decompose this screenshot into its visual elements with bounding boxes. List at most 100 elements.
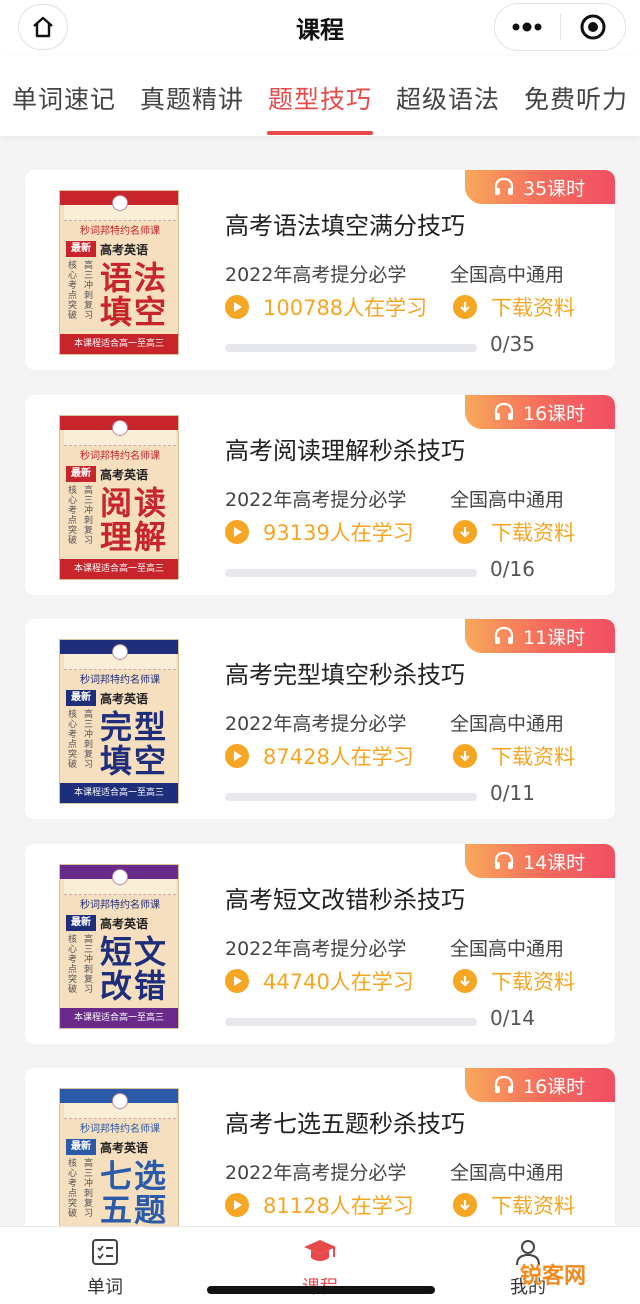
course-title[interactable]: 高考短文改错秒杀技巧: [225, 880, 465, 915]
course-card[interactable]: 16课时 秒词邦特约名师课 最新 高考英语 核心考点突破 高三冲刺复习 阅读理解…: [25, 395, 615, 595]
course-title[interactable]: 高考完型填空秒杀技巧: [225, 655, 465, 690]
course-cover-image[interactable]: 秒词邦特约名师课 最新 高考英语 核心考点突破 高三冲刺复习 完型填空 本课程适…: [59, 639, 179, 804]
download-materials-button[interactable]: 下载资料: [453, 518, 575, 546]
progress-bar: [225, 1018, 477, 1026]
course-card[interactable]: 35课时 秒词邦特约名师课 最新 高考英语 核心考点突破 高三冲刺复习 语法填空…: [25, 170, 615, 370]
cover-side-text-a: 核心考点突破: [68, 710, 78, 770]
download-label: 下载资料: [491, 1194, 575, 1218]
download-materials-button[interactable]: 下载资料: [453, 1191, 575, 1219]
course-card[interactable]: 11课时 秒词邦特约名师课 最新 高考英语 核心考点突破 高三冲刺复习 完型填空…: [25, 619, 615, 819]
more-button[interactable]: [495, 4, 560, 50]
cover-title: 阅读理解: [100, 484, 169, 556]
progress-text: 0/16: [490, 557, 535, 581]
cover-seal: [112, 869, 128, 885]
cover-seal: [112, 1093, 128, 1109]
download-label: 下载资料: [491, 970, 575, 994]
download-materials-button[interactable]: 下载资料: [453, 967, 575, 995]
tab-free-listening[interactable]: 免费听力: [524, 80, 628, 116]
cover-footer: 本课程适合高一至高三: [60, 559, 178, 579]
cover-seal: [112, 644, 128, 660]
top-nav-bar: 课程: [0, 0, 640, 56]
play-icon: [225, 969, 249, 993]
course-title[interactable]: 高考七选五题秒杀技巧: [225, 1104, 465, 1139]
play-icon: [225, 744, 249, 768]
lesson-count-text: 35课时: [523, 177, 586, 200]
tab-super-grammar[interactable]: 超级语法: [396, 80, 500, 116]
cover-seal: [112, 420, 128, 436]
graduation-cap-icon: [304, 1240, 336, 1261]
course-tag-scope: 全国高中通用: [450, 1162, 565, 1184]
lesson-count-badge: 16课时: [465, 1068, 615, 1102]
course-tag-scope: 全国高中通用: [450, 713, 565, 735]
cover-footer: 本课程适合高一至高三: [60, 1008, 178, 1028]
close-mini-program-button[interactable]: [561, 4, 626, 50]
play-icon: [225, 295, 249, 319]
cover-new-tag: 最新: [66, 915, 96, 931]
lesson-count-text: 16课时: [523, 402, 586, 425]
cover-new-tag: 最新: [66, 1139, 96, 1155]
learner-count-text: 81128人在学习: [263, 1194, 414, 1218]
lesson-count-text: 11课时: [523, 626, 586, 649]
cover-subject: 高考英语: [100, 917, 149, 931]
course-tag-year: 2022年高考提分必学: [225, 1162, 407, 1184]
mini-program-capsule: [494, 3, 626, 51]
cover-brand: 秒词邦特约名师课: [80, 900, 160, 911]
cover-title: 短文改错: [100, 933, 169, 1005]
bottom-nav-words[interactable]: 单词: [45, 1235, 165, 1299]
lesson-count-text: 14课时: [523, 851, 586, 874]
download-label: 下载资料: [491, 521, 575, 545]
course-tag-year: 2022年高考提分必学: [225, 264, 407, 286]
progress-bar: [225, 793, 477, 801]
course-tag-year: 2022年高考提分必学: [225, 489, 407, 511]
learner-count-text: 44740人在学习: [263, 970, 414, 994]
course-title[interactable]: 高考语法填空满分技巧: [225, 206, 465, 241]
download-icon: [453, 520, 477, 544]
progress-text: 0/11: [490, 781, 535, 805]
cover-side-text-b: 高三冲刺复习: [84, 935, 94, 995]
cover-brand: 秒词邦特约名师课: [80, 675, 160, 686]
progress-bar: [225, 569, 477, 577]
download-icon: [453, 1193, 477, 1217]
category-tabs: 单词速记 真题精讲 题型技巧 超级语法 免费听力: [0, 56, 640, 136]
tab-word-memory[interactable]: 单词速记: [12, 80, 116, 116]
course-card[interactable]: 14课时 秒词邦特约名师课 最新 高考英语 核心考点突破 高三冲刺复习 短文改错…: [25, 844, 615, 1044]
cover-new-tag: 最新: [66, 690, 96, 706]
learner-count: 100788人在学习: [225, 293, 427, 321]
headphones-icon: [494, 851, 514, 869]
checklist-icon: [92, 1239, 118, 1265]
play-icon: [225, 1193, 249, 1217]
learner-count-text: 100788人在学习: [263, 296, 428, 320]
course-title[interactable]: 高考阅读理解秒杀技巧: [225, 431, 465, 466]
cover-side-text-a: 核心考点突破: [68, 486, 78, 546]
download-label: 下载资料: [491, 745, 575, 769]
learner-count: 93139人在学习: [225, 518, 414, 546]
cover-side-text-a: 核心考点突破: [68, 935, 78, 995]
tab-question-skills[interactable]: 题型技巧: [268, 80, 372, 116]
progress-text: 0/14: [490, 1006, 535, 1030]
learner-count-text: 87428人在学习: [263, 745, 414, 769]
cover-subject: 高考英语: [100, 468, 149, 482]
cover-side-text-b: 高三冲刺复习: [84, 1159, 94, 1219]
cover-subject: 高考英语: [100, 243, 149, 257]
cover-brand: 秒词邦特约名师课: [80, 451, 160, 462]
cover-side-text-b: 高三冲刺复习: [84, 261, 94, 321]
cover-title: 完型填空: [100, 708, 169, 780]
cover-new-tag: 最新: [66, 466, 96, 482]
cover-title: 七选五题: [100, 1157, 169, 1229]
download-icon: [453, 744, 477, 768]
course-tag-year: 2022年高考提分必学: [225, 713, 407, 735]
download-materials-button[interactable]: 下载资料: [453, 293, 575, 321]
tab-exam-lecture[interactable]: 真题精讲: [140, 80, 244, 116]
course-cover-image[interactable]: 秒词邦特约名师课 最新 高考英语 核心考点突破 高三冲刺复习 阅读理解 本课程适…: [59, 415, 179, 580]
headphones-icon: [494, 626, 514, 644]
download-materials-button[interactable]: 下载资料: [453, 742, 575, 770]
cover-footer: 本课程适合高一至高三: [60, 334, 178, 354]
download-icon: [453, 969, 477, 993]
learner-count-text: 93139人在学习: [263, 521, 414, 545]
home-indicator: [207, 1286, 435, 1294]
cover-side-text-a: 核心考点突破: [68, 261, 78, 321]
cover-subject: 高考英语: [100, 692, 149, 706]
cover-brand: 秒词邦特约名师课: [80, 1124, 160, 1135]
course-cover-image[interactable]: 秒词邦特约名师课 最新 高考英语 核心考点突破 高三冲刺复习 语法填空 本课程适…: [59, 190, 179, 355]
course-cover-image[interactable]: 秒词邦特约名师课 最新 高考英语 核心考点突破 高三冲刺复习 短文改错 本课程适…: [59, 864, 179, 1029]
